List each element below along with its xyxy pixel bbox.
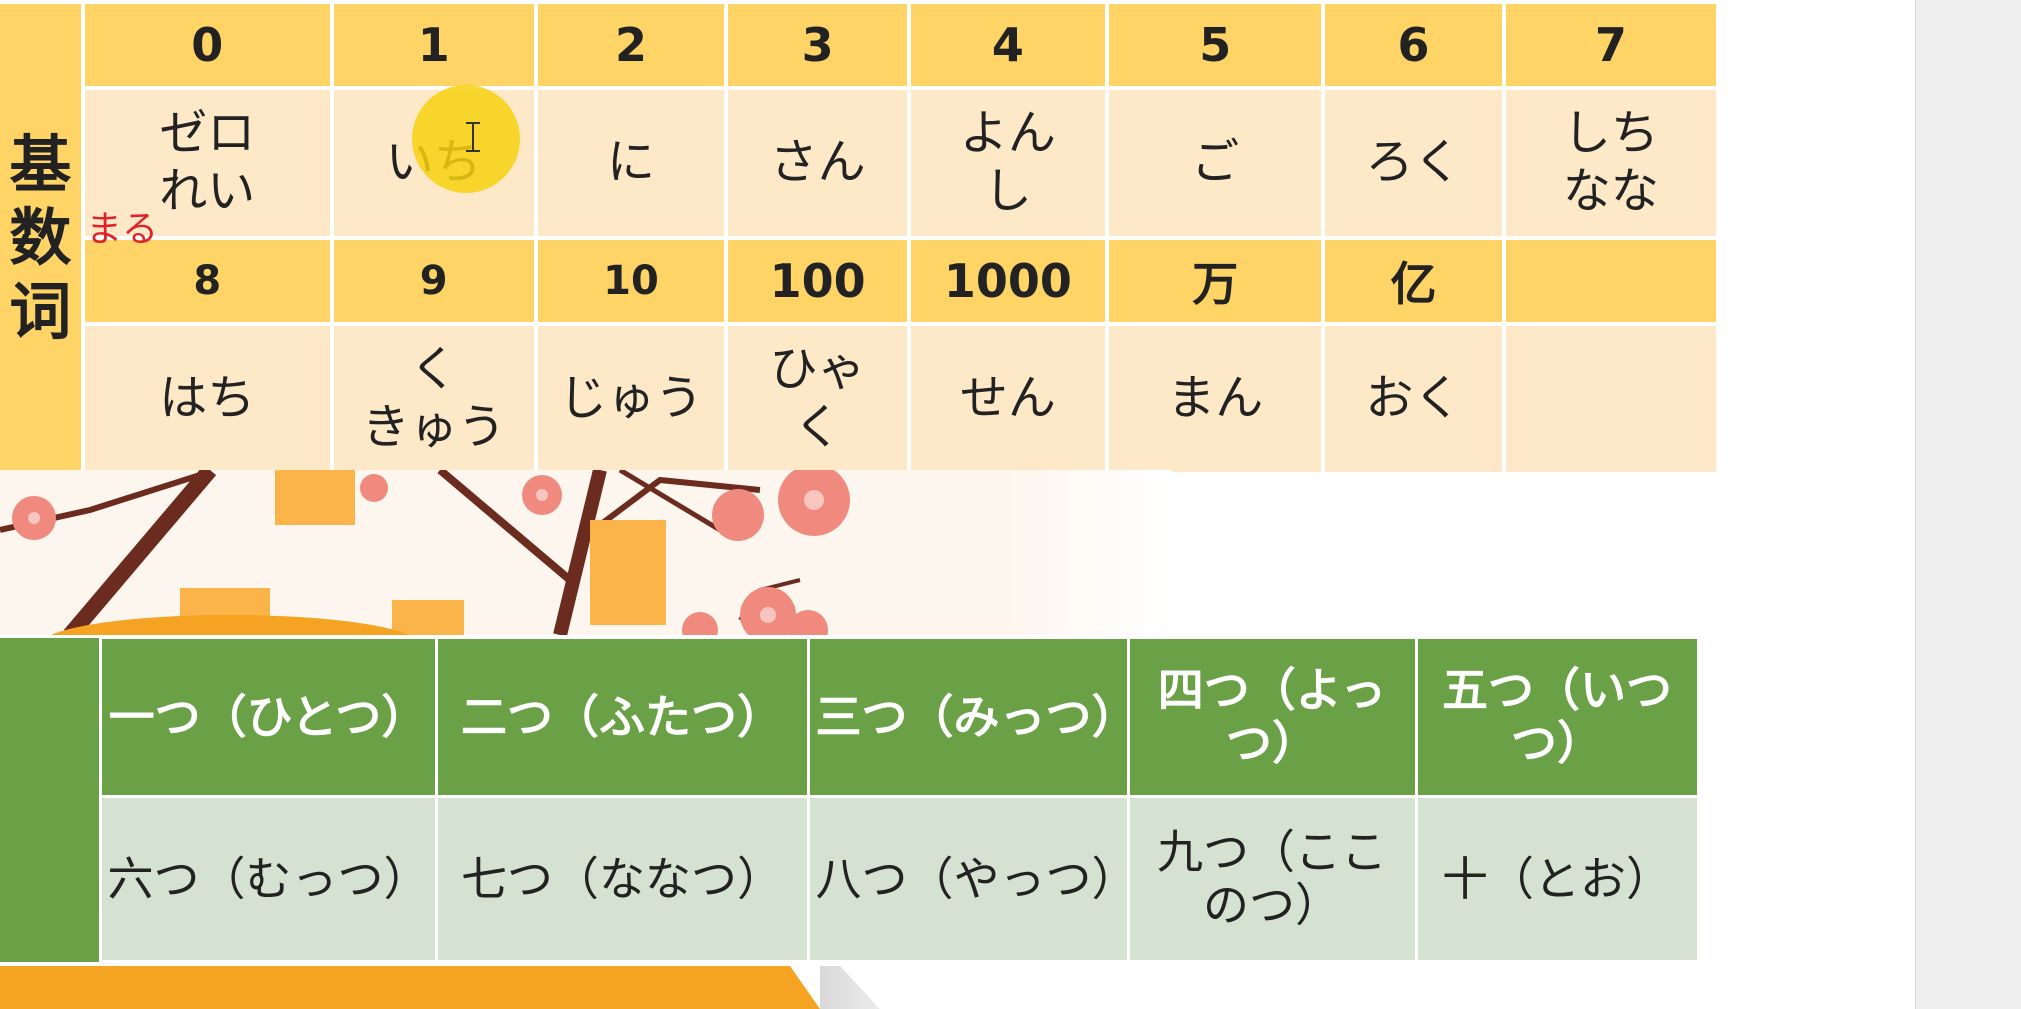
reading-line: ひゃ: [769, 341, 866, 398]
number-header: 5: [1105, 0, 1326, 90]
reading-line: まん: [1167, 370, 1264, 427]
counter-cell: 五つ（いつつ）: [1414, 636, 1700, 798]
reading-cell: まん: [1105, 322, 1326, 476]
number-header: 0: [80, 0, 334, 90]
cardinal-header-row-2: 8 9 10 100 1000 万 亿: [0, 236, 1721, 326]
reading-line: きゅう: [361, 399, 506, 455]
cardinal-header-row-1: 基 数 词 0 1 2 3 4 5 6 7: [0, 0, 1721, 476]
counters-body-row: 六つ（むっつ） 七つ（ななつ） 八つ（やっつ） 九つ（ここのつ） 十（とお）: [0, 795, 1700, 963]
reading-cell: く きゅう: [329, 322, 538, 476]
text-cursor-icon: [466, 122, 480, 152]
counter-cell: 九つ（ここのつ）: [1126, 795, 1418, 963]
counter-cell: 六つ（むっつ）: [98, 795, 438, 963]
cardinal-numbers-table: 基 数 词 0 1 2 3 4 5 6 7 ゼロ れい いち に: [0, 0, 1721, 476]
number-header: 9: [329, 236, 538, 326]
reading-line: し: [983, 163, 1032, 219]
plum-blossom-decoration: [0, 470, 1172, 635]
number-header: 万: [1105, 236, 1326, 326]
plum-branch-illustration: [0, 470, 850, 635]
reading-line: なな: [1562, 163, 1659, 219]
counter-cell: 七つ（ななつ）: [434, 795, 810, 963]
number-header: 7: [1501, 0, 1721, 90]
counters-header-row: 一つ（ひとつ） 二つ（ふたつ） 三つ（みっつ） 四つ（よっつ） 五つ（いつつ）: [0, 636, 1700, 962]
reading-line: ろく: [1365, 134, 1462, 191]
number-header: 10: [533, 236, 729, 326]
reading-cell: さん: [724, 86, 911, 240]
reading-line: ゼロ: [159, 105, 256, 162]
number-header: 3: [724, 0, 911, 90]
editor-gutter: [1915, 0, 2021, 1009]
number-header: 100: [724, 236, 911, 326]
decoration-fade: [1000, 470, 1172, 635]
reading-line: く: [409, 341, 458, 398]
annotation-maru: まる: [86, 209, 159, 250]
counter-cell: 四つ（よっつ）: [1126, 636, 1418, 798]
footer-orange-bar: [0, 966, 820, 1009]
reading-cell: よん し: [906, 86, 1110, 240]
reading-line: じゅう: [558, 370, 703, 427]
reading-line: さん: [769, 134, 866, 191]
number-header: 4: [906, 0, 1110, 90]
reading-line: しち: [1562, 105, 1659, 162]
counter-cell: 十（とお）: [1414, 795, 1700, 963]
reading-cell: しち なな: [1501, 86, 1721, 240]
footer-grey-accent: [820, 966, 880, 1009]
reading-cell: [1501, 322, 1721, 476]
counters-side-bar: [0, 637, 100, 962]
side-label-char: 基: [9, 128, 72, 202]
reading-cell: おく: [1321, 322, 1506, 476]
slide-canvas: 基 数 词 0 1 2 3 4 5 6 7 ゼロ れい いち に: [0, 0, 1915, 1009]
number-header: 1000: [906, 236, 1110, 326]
reading-cell: ろく: [1321, 86, 1506, 240]
reading-line: よん: [959, 105, 1056, 162]
reading-line: せん: [959, 370, 1056, 427]
reading-line: ご: [1191, 134, 1240, 191]
number-header: 6: [1321, 0, 1506, 90]
reading-line: に: [606, 134, 655, 191]
cardinal-reading-row-1: ゼロ れい いち に さん よん し ご ろく しち: [0, 86, 1721, 240]
cardinal-side-label: 基 数 词: [0, 0, 85, 476]
counter-cell: 八つ（やっつ）: [806, 795, 1138, 963]
counter-cell: 一つ（ひとつ）: [98, 636, 438, 798]
cardinal-reading-row-2: はち く きゅう じゅう ひゃ く せん まん おく: [0, 322, 1721, 476]
counter-cell: 二つ（ふたつ）: [434, 636, 810, 798]
reading-line: く: [793, 399, 842, 455]
number-header: [1501, 236, 1721, 326]
side-label-char: 数: [9, 201, 72, 275]
reading-cell: はち: [80, 322, 334, 476]
counters-table: 一つ（ひとつ） 二つ（ふたつ） 三つ（みっつ） 四つ（よっつ） 五つ（いつつ） …: [0, 636, 1700, 963]
reading-cell: ご: [1105, 86, 1326, 240]
reading-line: はち: [159, 370, 256, 427]
side-label-char: 词: [9, 274, 72, 348]
reading-cell: ひゃ く: [724, 322, 911, 476]
number-header: 2: [533, 0, 729, 90]
reading-cell: せん: [906, 322, 1110, 476]
reading-cell: に: [533, 86, 729, 240]
number-header: 亿: [1321, 236, 1506, 326]
counter-cell: 三つ（みっつ）: [806, 636, 1138, 798]
reading-cell: じゅう: [533, 322, 729, 476]
number-header: 1: [329, 0, 538, 90]
reading-line: おく: [1365, 370, 1462, 427]
